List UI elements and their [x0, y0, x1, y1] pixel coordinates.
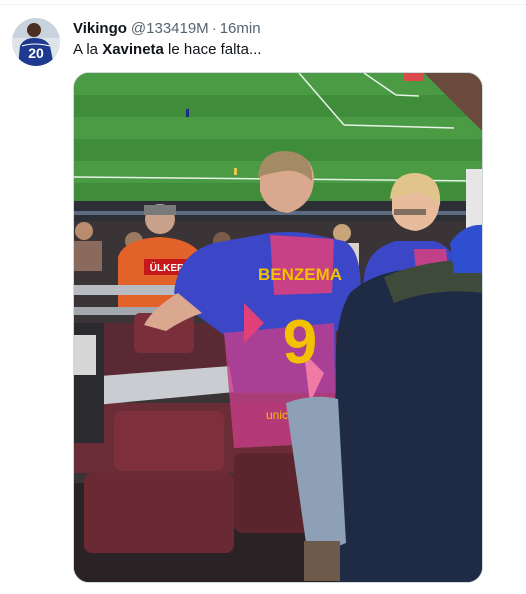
tweet-header: Vikingo @133419M · 16min [73, 19, 261, 39]
jersey-name: BENZEMA [258, 265, 342, 284]
jersey-number: 9 [283, 308, 317, 377]
tweet-media-photo[interactable]: ÜLKER BENZEMA 9 unicef [73, 72, 483, 583]
display-name[interactable]: Vikingo [73, 20, 127, 37]
user-handle[interactable]: @133419M [131, 20, 209, 37]
tweet-text-end: le hace falta... [163, 41, 262, 58]
tweet-text-bold: Xavineta [102, 41, 164, 58]
tweet-text: A la Xavineta le hace falta... [73, 40, 261, 60]
avatar-jersey-number: 20 [28, 45, 44, 61]
stadium-photo: ÜLKER BENZEMA 9 unicef [74, 73, 482, 582]
tweet-text-start: A la [73, 41, 103, 58]
avatar-image: 20 [12, 18, 60, 66]
avatar[interactable]: 20 [12, 18, 60, 66]
separator-dot: · [211, 20, 217, 37]
tweet[interactable]: 20 Vikingo @133419M · 16min A la Xavineta l… [0, 0, 526, 594]
tweet-timestamp[interactable]: 16min [220, 20, 261, 37]
foreground-spectator [335, 263, 482, 582]
